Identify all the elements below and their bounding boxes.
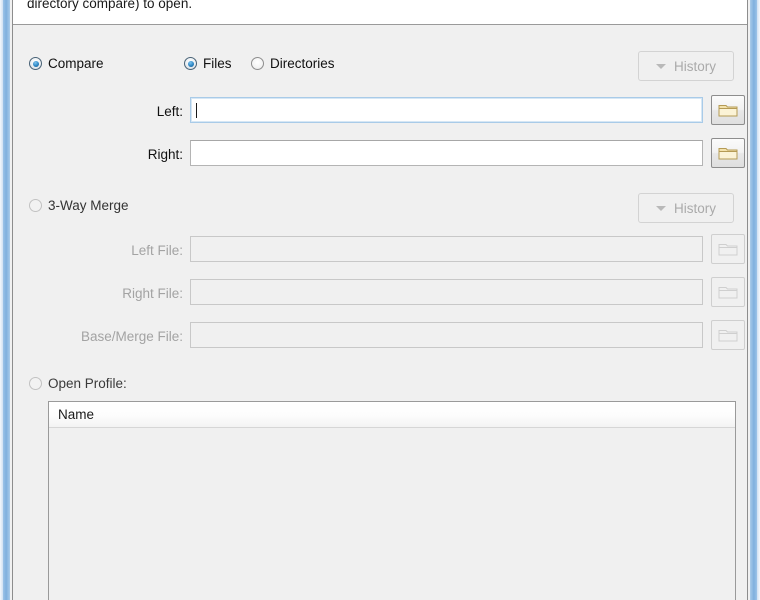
- profile-column-name: Name: [58, 407, 95, 422]
- merge-right-file-input: [190, 279, 703, 305]
- compare-type-directories-radio[interactable]: Directories: [251, 56, 335, 73]
- merge-right-browse-button: [711, 277, 745, 307]
- compare-history-button[interactable]: History: [638, 51, 734, 81]
- compare-type-files-label: Files: [203, 56, 232, 71]
- profile-table[interactable]: Name: [48, 401, 736, 600]
- merge-base-file-input: [190, 322, 703, 348]
- left-browse-button[interactable]: [711, 95, 745, 125]
- compare-mode-radio[interactable]: Compare: [29, 56, 104, 73]
- merge-left-browse-button: [711, 234, 745, 264]
- compare-mode-label: Compare: [48, 56, 104, 71]
- chevron-down-icon: [655, 205, 666, 211]
- left-field-label: Left:: [156, 104, 183, 119]
- right-path-input[interactable]: [190, 140, 703, 166]
- merge-mode-radio[interactable]: 3-Way Merge: [29, 198, 129, 215]
- merge-mode-label: 3-Way Merge: [48, 198, 129, 213]
- compare-history-label: History: [673, 58, 716, 74]
- merge-right-file-label: Right File:: [122, 286, 183, 301]
- open-profile-radio[interactable]: Open Profile:: [29, 376, 127, 393]
- profile-table-body[interactable]: [49, 428, 735, 600]
- folder-icon: [718, 148, 738, 160]
- window-frame: directory compare) to open. Compare File…: [0, 0, 760, 600]
- dialog-client-area: directory compare) to open. Compare File…: [13, 0, 747, 600]
- radio-indicator: [251, 57, 264, 70]
- merge-base-browse-button: [711, 320, 745, 350]
- folder-icon: [718, 105, 738, 117]
- compare-type-directories-label: Directories: [270, 56, 335, 71]
- right-browse-button[interactable]: [711, 138, 745, 168]
- profile-table-header: Name: [49, 402, 735, 428]
- right-field-label: Right:: [147, 147, 183, 162]
- wizard-header: directory compare) to open.: [13, 0, 747, 25]
- folder-icon: [718, 244, 738, 256]
- chevron-down-icon: [655, 63, 666, 69]
- compare-type-files-radio[interactable]: Files: [184, 56, 232, 73]
- left-path-input[interactable]: [190, 97, 703, 123]
- merge-left-file-input: [190, 236, 703, 262]
- open-profile-label: Open Profile:: [48, 376, 127, 391]
- text-caret: [196, 103, 197, 118]
- wizard-header-text: directory compare) to open.: [27, 0, 193, 11]
- folder-icon: [718, 330, 738, 342]
- dialog-body: Compare Files Directories History Left: …: [13, 25, 747, 600]
- merge-history-label: History: [673, 200, 716, 216]
- beyond-compare-logo: [639, 0, 731, 14]
- merge-history-button[interactable]: History: [638, 193, 734, 223]
- folder-icon: [718, 287, 738, 299]
- merge-left-file-label: Left File:: [131, 243, 183, 258]
- radio-indicator: [29, 57, 42, 70]
- radio-indicator: [29, 199, 42, 212]
- radio-indicator: [184, 57, 197, 70]
- radio-indicator: [29, 377, 42, 390]
- merge-base-file-label: Base/Merge File:: [80, 329, 183, 344]
